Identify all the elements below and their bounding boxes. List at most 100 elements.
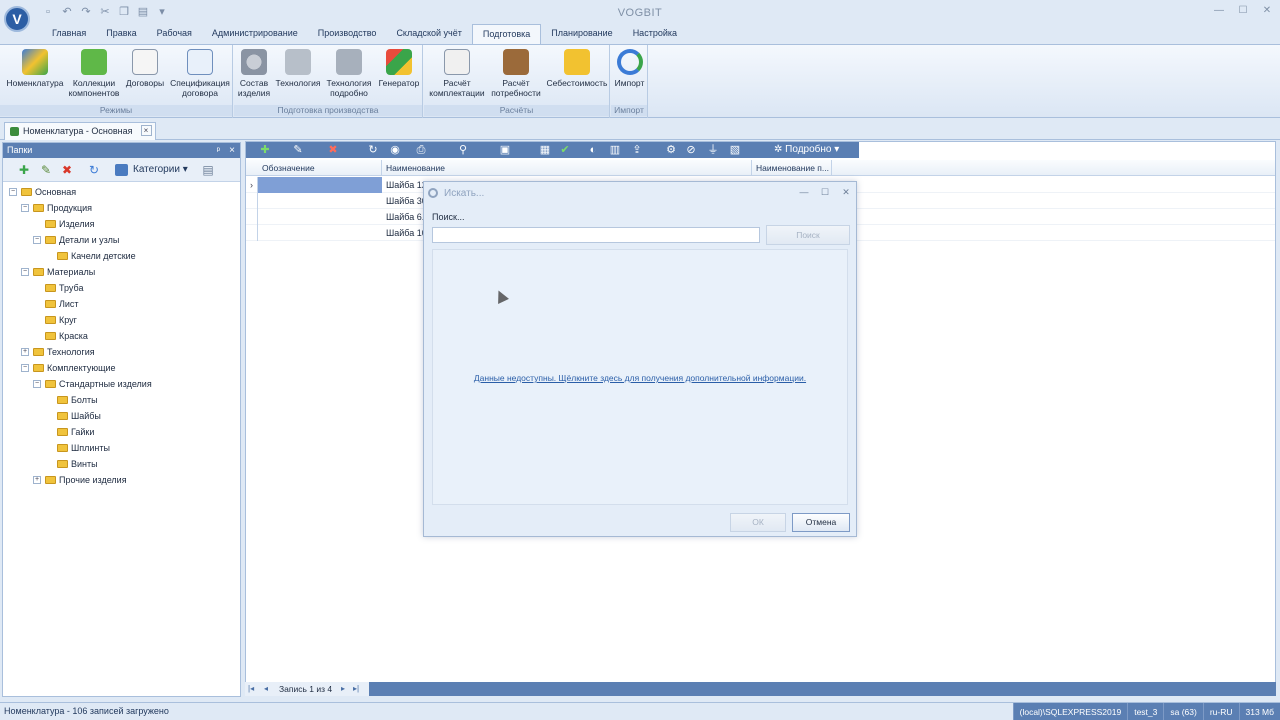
tree-node[interactable]: − Материалы (3, 264, 240, 280)
tree-node[interactable]: − Детали и узлы (3, 232, 240, 248)
tree-node[interactable]: + Технология (3, 344, 240, 360)
edit-folder-icon[interactable]: ✎ (39, 163, 53, 177)
maximize-icon[interactable]: ☐ (819, 186, 831, 198)
filter-settings-icon[interactable]: ▤ (201, 163, 215, 177)
tab-rabochaya[interactable]: Рабочая (147, 24, 202, 44)
tree-node[interactable]: Круг (3, 312, 240, 328)
row-indicator[interactable] (246, 193, 258, 209)
close-icon[interactable]: × (140, 125, 152, 136)
demand-calc-button[interactable]: Расчёт потребности (488, 49, 544, 98)
export-icon[interactable]: ⇪ (630, 143, 644, 157)
cost-button[interactable]: Себестоимость (546, 49, 608, 88)
compass-icon[interactable]: ⊘ (684, 143, 698, 157)
tab-glavnaya[interactable]: Главная (42, 24, 96, 44)
nomenclature-button[interactable]: Номенклатура (6, 49, 64, 88)
minimize-icon[interactable]: — (798, 186, 810, 198)
collapse-icon[interactable]: − (33, 380, 41, 388)
columns-icon[interactable]: ▧ (728, 143, 742, 157)
close-window-icon[interactable]: ✕ (1260, 4, 1274, 18)
row-indicator[interactable] (246, 225, 258, 241)
minimize-icon[interactable]: — (1212, 4, 1226, 18)
technology-detailed-button[interactable]: Технология подробно (324, 49, 374, 98)
tree-node[interactable]: Изделия (3, 216, 240, 232)
tree-node[interactable]: Качели детские (3, 248, 240, 264)
collapse-icon[interactable]: − (21, 204, 29, 212)
tree-node[interactable]: Гайки (3, 424, 240, 440)
info-link[interactable]: Данные недоступны. Щёлкните здесь для по… (433, 373, 847, 383)
link-icon[interactable]: ⚙ (664, 143, 678, 157)
refresh-icon[interactable]: ↻ (87, 163, 101, 177)
cell-oboznachenie[interactable] (258, 193, 382, 209)
column-naimenovanie[interactable]: Наименование (382, 160, 752, 176)
kit-calc-button[interactable]: Расчёт комплектации (428, 49, 486, 98)
tree-node[interactable]: Лист (3, 296, 240, 312)
tab-pravka[interactable]: Правка (96, 24, 146, 44)
technology-button[interactable]: Технология (274, 49, 322, 88)
expand-icon[interactable]: + (21, 348, 29, 356)
tree-node[interactable]: Шайбы (3, 408, 240, 424)
cancel-button[interactable]: Отмена (792, 513, 850, 532)
tree-node[interactable]: − Продукция (3, 200, 240, 216)
tree-node[interactable]: Винты (3, 456, 240, 472)
product-composition-button[interactable]: Состав изделия (236, 49, 272, 98)
funnel-icon[interactable]: ⏚ (706, 143, 720, 157)
tree-node[interactable]: Труба (3, 280, 240, 296)
add-icon[interactable]: ✚ (258, 143, 272, 157)
tree-node[interactable]: − Основная (3, 184, 240, 200)
close-icon[interactable]: ✕ (840, 186, 852, 198)
close-icon[interactable]: × (229, 143, 235, 158)
doc-tab-nomenclature[interactable]: Номенклатура - Основная × (4, 122, 156, 140)
categories-button[interactable]: Категории ▾ (115, 162, 188, 178)
add-folder-icon[interactable]: ✚ (17, 163, 31, 177)
column-naimenovanie-p[interactable]: Наименование п... (752, 160, 832, 176)
cell-oboznachenie[interactable] (258, 209, 382, 225)
filter-icon[interactable]: ⚲ (456, 143, 470, 157)
save-icon[interactable]: ▣ (498, 143, 512, 157)
first-record-icon[interactable]: |◂ (248, 682, 254, 696)
palette-icon[interactable]: ◐ (586, 143, 600, 157)
tree-node[interactable]: − Комплектующие (3, 360, 240, 376)
tab-warehouse[interactable]: Складской учёт (386, 24, 471, 44)
edit-icon[interactable]: ✎ (291, 143, 305, 157)
contracts-button[interactable]: Договоры (122, 49, 168, 88)
tree-node[interactable]: Шплинты (3, 440, 240, 456)
collapse-icon[interactable]: − (21, 364, 29, 372)
detail-button[interactable]: ✲ Подробно ▾ (774, 143, 839, 157)
tab-administration[interactable]: Администрирование (202, 24, 308, 44)
collapse-icon[interactable]: − (21, 268, 29, 276)
last-record-icon[interactable]: ▸| (353, 682, 359, 696)
search-input[interactable] (432, 227, 760, 243)
search-button[interactable]: Поиск (766, 225, 850, 245)
row-indicator[interactable] (246, 209, 258, 225)
tree-node[interactable]: + Прочие изделия (3, 472, 240, 488)
check-icon[interactable]: ✔ (558, 143, 572, 157)
contract-spec-button[interactable]: Спецификация договора (169, 49, 231, 98)
table-icon[interactable]: ▥ (608, 143, 622, 157)
prev-record-icon[interactable]: ◂ (264, 682, 268, 696)
maximize-icon[interactable]: ☐ (1236, 4, 1250, 18)
print-icon[interactable]: ⎙ (414, 143, 428, 157)
refresh-icon[interactable]: ↻ (366, 143, 380, 157)
tab-preparation[interactable]: Подготовка (471, 24, 542, 44)
pin-icon[interactable]: ᵖ (217, 143, 220, 158)
app-logo-icon[interactable]: V (4, 6, 30, 32)
tab-settings[interactable]: Настройка (623, 24, 687, 44)
import-button[interactable]: Импорт (613, 49, 646, 88)
collapse-icon[interactable]: − (33, 236, 41, 244)
tree-node[interactable]: Краска (3, 328, 240, 344)
tab-planning[interactable]: Планирование (541, 24, 622, 44)
cell-oboznachenie[interactable] (258, 225, 382, 241)
cell-oboznachenie[interactable] (258, 177, 382, 193)
calendar-icon[interactable]: ▦ (538, 143, 552, 157)
tree-node[interactable]: − Стандартные изделия (3, 376, 240, 392)
row-indicator[interactable]: › (246, 177, 258, 193)
generator-button[interactable]: Генератор (376, 49, 422, 88)
column-oboznachenie[interactable]: Обозначение (258, 160, 382, 176)
ok-button[interactable]: ОК (730, 513, 786, 532)
delete-folder-icon[interactable]: ✖ (60, 163, 74, 177)
tab-production[interactable]: Производство (308, 24, 387, 44)
view-icon[interactable]: ◉ (388, 143, 402, 157)
collapse-icon[interactable]: − (9, 188, 17, 196)
delete-icon[interactable]: ✖ (326, 143, 340, 157)
expand-icon[interactable]: + (33, 476, 41, 484)
